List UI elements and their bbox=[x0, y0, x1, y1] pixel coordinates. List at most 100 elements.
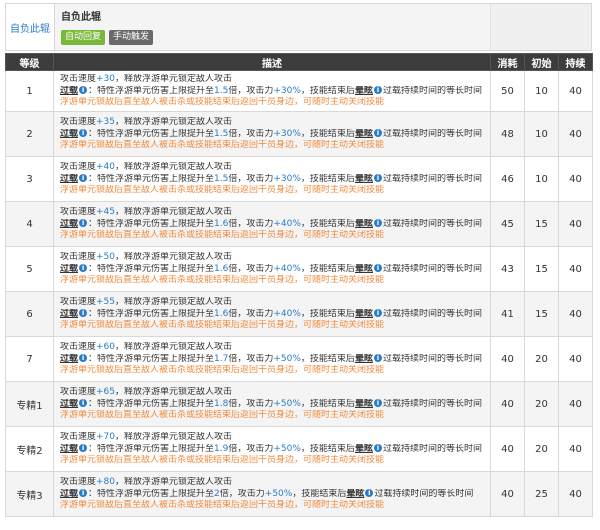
init-cell: 20 bbox=[524, 381, 559, 427]
info-icon[interactable]: i bbox=[373, 219, 382, 228]
attack-bonus-value: +50% bbox=[273, 398, 301, 409]
description-cell: 攻击速度+50，释放浮游单元锁定敌人攻击 过载 i ：特性浮游单元伤害上限提升至1.6… bbox=[53, 246, 491, 292]
skill-header: 自负此辊 自负此辊 自动回复 手动触发 bbox=[5, 3, 592, 51]
duration-cell: 40 bbox=[558, 201, 593, 247]
attack-speed-value: +65 bbox=[96, 387, 116, 398]
cost-cell: 50 bbox=[490, 70, 525, 112]
dizzy-term[interactable]: 晕眩 bbox=[355, 309, 373, 319]
level-cell: 7 bbox=[5, 336, 54, 382]
init-cell: 20 bbox=[524, 426, 559, 472]
info-icon[interactable]: i bbox=[373, 444, 382, 453]
desc-line-2: 过载 i ：特性浮游单元伤害上限提升至1.7倍，攻击力+50%，技能结束后晕眩 i 过载… bbox=[60, 353, 482, 364]
info-icon[interactable]: i bbox=[79, 399, 88, 408]
desc-line-2: 过载 i ：特性浮游单元伤害上限提升至1.8倍，攻击力+50%，技能结束后晕眩 i 过载… bbox=[60, 398, 482, 409]
description-cell: 攻击速度+55，释放浮游单元锁定敌人攻击 过载 i ：特性浮游单元伤害上限提升至1.6… bbox=[53, 291, 491, 337]
duration-cell: 40 bbox=[558, 246, 593, 292]
overload-term[interactable]: 过载 bbox=[60, 86, 78, 96]
desc-line-2: 过载 i ：特性浮游单元伤害上限提升至2倍，攻击力+50%，技能结束后晕眩 i 过载持续… bbox=[60, 488, 474, 499]
attack-speed-value: +40 bbox=[96, 162, 116, 173]
info-icon[interactable]: i bbox=[79, 309, 88, 318]
desc-line-3: 浮游单元锁敌后直至敌人被击杀或技能结束后返回干员身边，可随时主动关闭技能 bbox=[60, 185, 385, 196]
desc-line-2: 过载 i ：特性浮游单元伤害上限提升至1.9倍，攻击力+50%，技能结束后晕眩 i 过载… bbox=[60, 443, 482, 454]
attack-speed-value: +70 bbox=[96, 432, 116, 443]
level-cell: 6 bbox=[5, 291, 54, 337]
col-header-duration: 持续 bbox=[558, 53, 593, 71]
damage-cap-multiplier: 1.5 bbox=[214, 128, 229, 139]
info-icon[interactable]: i bbox=[373, 399, 382, 408]
desc-line-1: 攻击速度+40，释放浮游单元锁定敌人攻击 bbox=[60, 162, 233, 173]
description-cell: 攻击速度+40，释放浮游单元锁定敌人攻击 过载 i ：特性浮游单元伤害上限提升至1.5… bbox=[53, 156, 491, 202]
damage-cap-multiplier: 1.5 bbox=[214, 173, 229, 184]
attack-speed-value: +30 bbox=[96, 74, 116, 85]
desc-line-2: 过载 i ：特性浮游单元伤害上限提升至1.6倍，攻击力+40%，技能结束后晕眩 i 过载… bbox=[60, 263, 482, 274]
info-icon[interactable]: i bbox=[79, 174, 88, 183]
info-icon[interactable]: i bbox=[373, 86, 382, 95]
skill-side-name[interactable]: 自负此辊 bbox=[6, 4, 55, 50]
info-icon[interactable]: i bbox=[79, 354, 88, 363]
overload-term[interactable]: 过载 bbox=[60, 399, 78, 409]
info-icon[interactable]: i bbox=[79, 86, 88, 95]
desc-line-1: 攻击速度+65，释放浮游单元锁定敌人攻击 bbox=[60, 387, 233, 398]
level-cell: 2 bbox=[5, 111, 54, 157]
cost-cell: 46 bbox=[490, 156, 525, 202]
info-icon[interactable]: i bbox=[365, 489, 374, 498]
damage-cap-multiplier: 1.5 bbox=[214, 85, 229, 96]
info-icon[interactable]: i bbox=[79, 489, 88, 498]
init-cell: 15 bbox=[524, 291, 559, 337]
table-row: 7 攻击速度+60，释放浮游单元锁定敌人攻击 过载 i ：特性浮游单元伤害上限提升至1.… bbox=[5, 336, 593, 382]
init-cell: 20 bbox=[524, 336, 559, 382]
level-cell: 4 bbox=[5, 201, 54, 247]
init-cell: 10 bbox=[524, 156, 559, 202]
dizzy-term[interactable]: 晕眩 bbox=[346, 489, 364, 499]
info-icon[interactable]: i bbox=[79, 219, 88, 228]
desc-line-3: 浮游单元锁敌后直至敌人被击杀或技能结束后返回干员身边，可随时主动关闭技能 bbox=[60, 455, 385, 466]
attack-bonus-value: +30% bbox=[273, 85, 301, 96]
dizzy-term[interactable]: 晕眩 bbox=[355, 444, 373, 454]
overload-term[interactable]: 过载 bbox=[60, 129, 78, 139]
info-icon[interactable]: i bbox=[79, 444, 88, 453]
overload-term[interactable]: 过载 bbox=[60, 354, 78, 364]
cost-cell: 40 bbox=[490, 426, 525, 472]
desc-line-2: 过载 i ：特性浮游单元伤害上限提升至1.5倍，攻击力+30%，技能结束后晕眩 i 过载… bbox=[60, 128, 482, 139]
cost-cell: 45 bbox=[490, 201, 525, 247]
attack-speed-value: +50 bbox=[96, 252, 116, 263]
dizzy-term[interactable]: 晕眩 bbox=[355, 354, 373, 364]
damage-cap-multiplier: 1.9 bbox=[214, 443, 229, 454]
info-icon[interactable]: i bbox=[373, 129, 382, 138]
overload-term[interactable]: 过载 bbox=[60, 264, 78, 274]
desc-line-2: 过载 i ：特性浮游单元伤害上限提升至1.5倍，攻击力+30%，技能结束后晕眩 i 过载… bbox=[60, 85, 482, 96]
info-icon[interactable]: i bbox=[373, 174, 382, 183]
dizzy-term[interactable]: 晕眩 bbox=[355, 86, 373, 96]
desc-line-1: 攻击速度+30，释放浮游单元锁定敌人攻击 bbox=[60, 74, 233, 85]
info-icon[interactable]: i bbox=[373, 264, 382, 273]
table-header-row: 等级 描述 消耗 初始 持续 bbox=[5, 53, 593, 71]
col-header-cost: 消耗 bbox=[490, 53, 525, 71]
overload-term[interactable]: 过载 bbox=[60, 489, 78, 499]
description-cell: 攻击速度+80，释放浮游单元锁定敌人攻击 过载 i ：特性浮游单元伤害上限提升至2倍，… bbox=[53, 471, 491, 517]
dizzy-term[interactable]: 晕眩 bbox=[355, 129, 373, 139]
desc-line-3: 浮游单元锁敌后直至敌人被击杀或技能结束后返回干员身边，可随时主动关闭技能 bbox=[60, 320, 385, 331]
desc-line-1: 攻击速度+80，释放浮游单元锁定敌人攻击 bbox=[60, 477, 233, 488]
cost-cell: 48 bbox=[490, 111, 525, 157]
duration-cell: 40 bbox=[558, 291, 593, 337]
overload-term[interactable]: 过载 bbox=[60, 309, 78, 319]
info-icon[interactable]: i bbox=[79, 129, 88, 138]
overload-term[interactable]: 过载 bbox=[60, 219, 78, 229]
cost-cell: 43 bbox=[490, 246, 525, 292]
dizzy-term[interactable]: 晕眩 bbox=[355, 399, 373, 409]
dizzy-term[interactable]: 晕眩 bbox=[355, 219, 373, 229]
info-icon[interactable]: i bbox=[79, 264, 88, 273]
info-icon[interactable]: i bbox=[373, 354, 382, 363]
level-cell: 专精3 bbox=[5, 471, 54, 517]
desc-line-2: 过载 i ：特性浮游单元伤害上限提升至1.6倍，攻击力+40%，技能结束后晕眩 i 过载… bbox=[60, 308, 482, 319]
table-row: 专精3 攻击速度+80，释放浮游单元锁定敌人攻击 过载 i ：特性浮游单元伤害上限提升至… bbox=[5, 471, 593, 517]
desc-line-3: 浮游单元锁敌后直至敌人被击杀或技能结束后返回干员身边，可随时主动关闭技能 bbox=[60, 230, 385, 241]
desc-line-3: 浮游单元锁敌后直至敌人被击杀或技能结束后返回干员身边，可随时主动关闭技能 bbox=[60, 500, 385, 511]
overload-term[interactable]: 过载 bbox=[60, 174, 78, 184]
info-icon[interactable]: i bbox=[373, 309, 382, 318]
overload-term[interactable]: 过载 bbox=[60, 444, 78, 454]
dizzy-term[interactable]: 晕眩 bbox=[355, 174, 373, 184]
tag-auto-recovery: 自动回复 bbox=[61, 30, 106, 45]
dizzy-term[interactable]: 晕眩 bbox=[355, 264, 373, 274]
desc-line-1: 攻击速度+35，释放浮游单元锁定敌人攻击 bbox=[60, 117, 233, 128]
